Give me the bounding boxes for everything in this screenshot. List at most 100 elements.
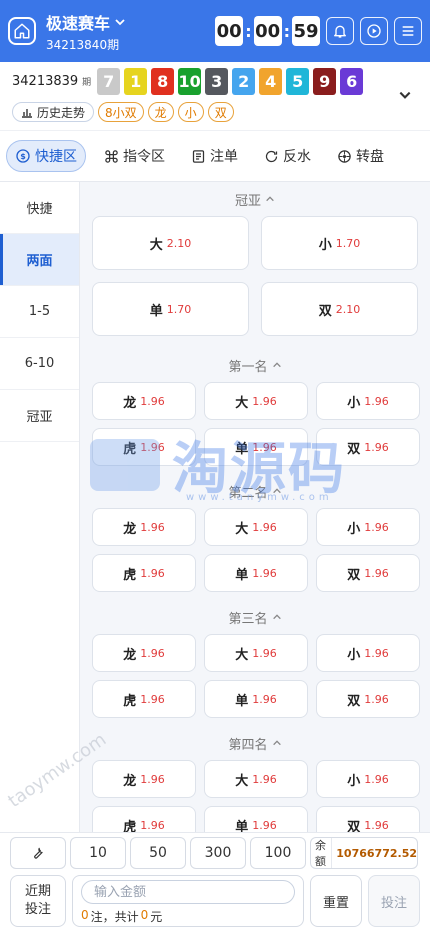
hamburger-menu-icon — [402, 26, 414, 36]
chip-amount-button[interactable]: 100 — [250, 837, 306, 869]
section-title[interactable]: 第一名 — [80, 348, 430, 382]
chip-settings-button[interactable] — [10, 837, 66, 869]
bet-option[interactable]: 龙 1.96 — [92, 382, 196, 420]
bet-option[interactable]: 双 1.96 — [316, 680, 420, 718]
bet-grid: 大 2.10 小 1.70 单 1.70 双 2.10 — [80, 216, 430, 336]
game-title-block[interactable]: 极速赛车 34213840期 — [46, 10, 126, 53]
sidebar-item-1-5[interactable]: 1-5 — [0, 286, 79, 338]
bell-icon — [334, 25, 346, 38]
bet-option[interactable]: 单 1.70 — [92, 282, 249, 336]
bet-option[interactable]: 小 1.96 — [316, 382, 420, 420]
current-period: 34213840期 — [46, 37, 120, 52]
bet-option-odds: 1.70 — [335, 236, 361, 250]
chip-amount-button[interactable]: 10 — [70, 837, 126, 869]
bet-option[interactable]: 大 1.96 — [204, 634, 308, 672]
bet-footer: 10 50 300 100 余额 10766772.52 近期 投注 0 注，共… — [0, 832, 430, 932]
bet-total: 0 — [140, 908, 149, 922]
bet-option-odds: 1.96 — [252, 692, 277, 706]
bet-option[interactable]: 双 2.10 — [261, 282, 418, 336]
bet-option-odds: 1.96 — [252, 566, 277, 580]
bet-total-unit: 元 — [150, 910, 163, 924]
bet-option-name: 大 — [235, 395, 249, 411]
bet-option[interactable]: 小 1.96 — [316, 634, 420, 672]
tab-bet-orders[interactable]: 注单 — [183, 140, 246, 172]
bet-option[interactable]: 龙 1.96 — [92, 508, 196, 546]
command-icon — [105, 149, 118, 163]
notification-button[interactable] — [326, 17, 354, 45]
bet-option[interactable]: 单 1.96 — [204, 806, 308, 832]
bet-option[interactable]: 大 1.96 — [204, 508, 308, 546]
bet-option[interactable]: 小 1.96 — [316, 508, 420, 546]
sidebar-item-two-sides[interactable]: 两面 — [0, 234, 79, 286]
tab-quick-zone[interactable]: $ 快捷区 — [6, 140, 86, 172]
bet-option-name: 虎 — [123, 567, 137, 583]
bet-option-odds: 1.96 — [252, 646, 277, 660]
bet-option[interactable]: 双 1.96 — [316, 806, 420, 832]
stat-tag: 8小双 — [98, 102, 144, 122]
bet-option[interactable]: 虎 1.96 — [92, 806, 196, 832]
bet-option-odds: 1.96 — [252, 520, 277, 534]
recent-bets-button[interactable]: 近期 投注 — [10, 875, 66, 927]
play-circle-icon — [367, 24, 381, 38]
sidebar-item-champion-runnerup[interactable]: 冠亚 — [0, 390, 79, 442]
bet-option[interactable]: 单 1.96 — [204, 428, 308, 466]
bet-option[interactable]: 虎 1.96 — [92, 428, 196, 466]
bet-option[interactable]: 虎 1.96 — [92, 554, 196, 592]
result-ball: 5 — [286, 68, 310, 95]
bet-option-name: 单 — [149, 303, 163, 319]
period-suffix: 期 — [82, 78, 92, 88]
bet-option-name: 小 — [347, 647, 361, 663]
bet-option-name: 双 — [347, 819, 361, 833]
submit-bet-button[interactable]: 投注 — [368, 875, 420, 927]
section-title[interactable]: 冠亚 — [80, 182, 430, 216]
sidebar-item-6-10[interactable]: 6-10 — [0, 338, 79, 390]
bet-option[interactable]: 龙 1.96 — [92, 634, 196, 672]
chevron-up-icon — [272, 362, 281, 368]
last-period-number: 34213839 — [12, 74, 79, 89]
chip-amount-button[interactable]: 300 — [190, 837, 246, 869]
result-ball: 3 — [205, 68, 229, 95]
bet-option-odds: 1.96 — [364, 520, 389, 534]
bet-option[interactable]: 大 1.96 — [204, 760, 308, 798]
tab-wheel[interactable]: 转盘 — [329, 140, 392, 172]
timer-hours: 00 — [215, 16, 244, 46]
tab-command-zone[interactable]: 指令区 — [96, 140, 173, 172]
bet-option[interactable]: 双 1.96 — [316, 428, 420, 466]
bet-options-panel: 冠亚大 2.10 小 1.70 单 1.70 双 2.10 第一名龙 1.96 大 1.96 小 1.96… — [80, 182, 430, 832]
bet-option[interactable]: 单 1.96 — [204, 554, 308, 592]
reset-button[interactable]: 重置 — [310, 875, 362, 927]
bet-option-odds: 1.96 — [364, 440, 389, 454]
play-video-button[interactable] — [360, 17, 388, 45]
app-root: 极速赛车 34213840期 00 : 00 : 59 34213839 期 7… — [0, 0, 430, 932]
result-ball: 8 — [151, 68, 175, 95]
bet-option[interactable]: 龙 1.96 — [92, 760, 196, 798]
menu-button[interactable] — [394, 17, 422, 45]
tab-rebate[interactable]: 反水 — [256, 140, 319, 172]
bet-option[interactable]: 小 1.70 — [261, 216, 418, 270]
bet-option-name: 小 — [347, 395, 361, 411]
section-title[interactable]: 第四名 — [80, 726, 430, 760]
refresh-icon — [265, 150, 278, 162]
balance-display: 余额 10766772.52 — [310, 837, 418, 869]
result-ball: 1 — [124, 68, 148, 95]
bet-option-name: 大 — [235, 647, 249, 663]
amount-input[interactable] — [81, 880, 295, 904]
section-title[interactable]: 第三名 — [80, 600, 430, 634]
sidebar-item-quick[interactable]: 快捷 — [0, 182, 79, 234]
bet-option[interactable]: 大 1.96 — [204, 382, 308, 420]
bet-option[interactable]: 大 2.10 — [92, 216, 249, 270]
bet-option[interactable]: 虎 1.96 — [92, 680, 196, 718]
expand-results-chevron-icon[interactable] — [398, 88, 412, 102]
home-button[interactable] — [8, 17, 36, 45]
bet-option-name: 双 — [347, 441, 361, 457]
last-result-panel: 34213839 期 7 1 8 10 3 2 4 5 9 6 历史走势 8小双 龙 小 双 — [0, 62, 430, 130]
bet-option[interactable]: 小 1.96 — [316, 760, 420, 798]
wrench-icon — [34, 847, 43, 859]
bet-option[interactable]: 双 1.96 — [316, 554, 420, 592]
bet-option[interactable]: 单 1.96 — [204, 680, 308, 718]
bet-option-odds: 2.10 — [166, 236, 192, 250]
history-trend-button[interactable]: 历史走势 — [12, 102, 95, 122]
chip-amount-button[interactable]: 50 — [130, 837, 186, 869]
watermark-url: www.tanymw.com — [186, 492, 333, 503]
bet-option-name: 龙 — [123, 395, 137, 411]
